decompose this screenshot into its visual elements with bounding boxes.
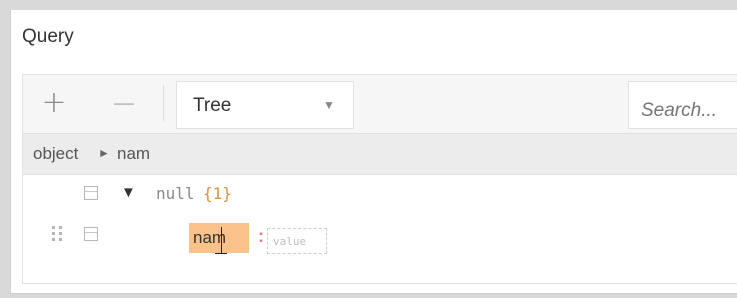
chevron-down-icon: ▼ [323,98,335,112]
search-input[interactable] [628,81,737,129]
breadcrumb: object ► nam [23,134,737,175]
breadcrumb-separator-icon: ► [98,146,110,160]
editor-toolbar: + — Tree ▼ [23,75,737,134]
panel-title: Query [22,26,74,47]
add-icon[interactable]: + [39,88,69,119]
breadcrumb-item-object[interactable]: object [33,144,78,164]
drag-handle-icon[interactable] [52,226,64,242]
text-cursor [221,227,222,253]
field-value-input[interactable]: value [267,228,327,254]
field-name-input[interactable]: nam [189,223,249,253]
field-colon: : [258,226,264,246]
ibeam-cursor-icon [215,253,227,254]
root-node-count: {1} [203,184,232,203]
remove-icon[interactable]: — [109,89,139,119]
mode-select[interactable]: Tree ▼ [176,81,354,129]
breadcrumb-item-nam[interactable]: nam [117,144,150,164]
mode-select-label: Tree [193,95,232,116]
context-menu-icon[interactable] [84,227,98,241]
toolbar-divider [163,85,164,121]
context-menu-icon[interactable] [84,186,98,200]
root-node-label: null [156,184,195,203]
value-placeholder: value [273,235,307,248]
expand-icon[interactable]: ▼ [121,184,136,201]
json-editor: + — Tree ▼ object ► nam [22,74,737,284]
